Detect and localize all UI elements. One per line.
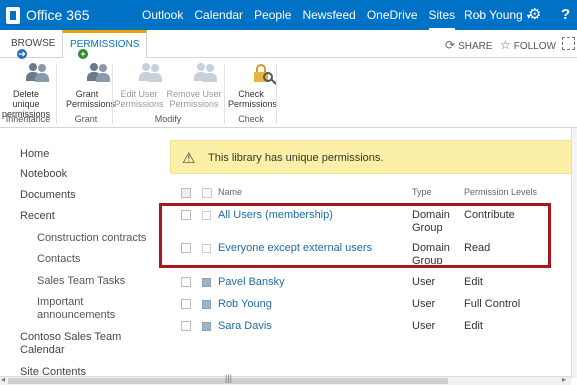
share-label: SHARE (458, 41, 493, 52)
permission-name-link[interactable]: Rob Young (218, 298, 272, 311)
ribbon-divider (56, 64, 57, 124)
permission-name-link[interactable]: Sara Davis (218, 320, 272, 333)
suite-bar: Office 365 Outlook Calendar People Newsf… (0, 0, 577, 30)
unique-permissions-notice: ⚠ This library has unique permissions. (170, 140, 573, 174)
grant-permissions-button[interactable]: + Grant Permissions (66, 49, 115, 109)
highlight-box (159, 203, 551, 268)
column-header-name[interactable]: Name (218, 187, 242, 197)
ribbon-divider (224, 64, 225, 124)
delete-permissions-icon: ➜ (13, 49, 49, 86)
group-label-modify: Modify (154, 114, 182, 124)
share-icon: ⟳ (445, 38, 456, 52)
ribbon: ➜ Delete unique permissions + Grant Perm… (0, 49, 577, 128)
permission-level: Full Control (464, 298, 521, 310)
nav-calendar[interactable]: Calendar (194, 0, 243, 30)
nav-onedrive[interactable]: OneDrive (367, 0, 418, 30)
left-navigation: Home Notebook Documents Recent Construct… (0, 128, 160, 385)
nav-newsfeed[interactable]: Newsfeed (302, 0, 355, 30)
nav-recent-item[interactable]: Construction contracts (37, 232, 146, 245)
gear-icon[interactable]: ⚙ (528, 7, 544, 23)
ribbon-divider (112, 64, 113, 124)
remove-user-permissions-button[interactable]: Remove User Permissions (166, 60, 222, 109)
edit-user-permissions-button[interactable]: Edit User Permissions (114, 60, 164, 109)
nav-contoso-label-2: Calendar (20, 344, 65, 356)
user-icon (202, 300, 211, 309)
check-permissions-button[interactable]: Check Permissions (228, 60, 278, 109)
office365-brand: Office 365 (26, 7, 90, 23)
column-header-permission-levels[interactable]: Permission Levels (464, 187, 537, 197)
permission-type: User (412, 276, 436, 288)
nav-contoso-label-1: Contoso Sales Team (20, 331, 122, 343)
select-all-checkbox[interactable] (181, 188, 191, 198)
check-permissions-icon (238, 60, 277, 86)
permission-type: User (412, 320, 436, 332)
check-label-2: Permissions (228, 99, 278, 109)
user-name: Rob Young (464, 8, 523, 22)
nav-outlook[interactable]: Outlook (142, 0, 183, 30)
grant-label-2: Permissions (66, 99, 116, 109)
group-label-grant: Grant (74, 114, 98, 124)
scroll-right-icon[interactable]: ▸ (562, 375, 566, 384)
nav-recent-item[interactable]: Important announcements (37, 296, 147, 322)
user-icon (202, 278, 211, 287)
horizontal-scrollbar[interactable]: ◂ ||| ▸ (0, 373, 571, 385)
nav-people[interactable]: People (254, 0, 291, 30)
scroll-left-icon[interactable]: ◂ (1, 375, 5, 384)
scroll-grip-icon: ||| (225, 373, 233, 383)
nav-sites[interactable]: Sites (428, 0, 456, 30)
edit-user-icon (126, 60, 162, 86)
edit-user-label-1: Edit User (120, 89, 158, 99)
type-column-icon (202, 188, 212, 198)
grant-permissions-icon: + (74, 49, 110, 86)
focus-content-icon[interactable] (562, 37, 575, 50)
nav-recent-item[interactable]: Sales Team Tasks (37, 275, 125, 288)
follow-button[interactable]: ☆ FOLLOW (500, 38, 556, 52)
row-checkbox[interactable] (181, 277, 191, 287)
vertical-scrollbar[interactable] (571, 128, 577, 378)
warning-icon: ⚠ (182, 150, 196, 167)
tab-permissions[interactable]: PERMISSIONS (62, 30, 148, 59)
permission-level: Edit (464, 320, 483, 332)
permission-level: Edit (464, 276, 483, 288)
nav-home[interactable]: Home (20, 148, 49, 161)
delete-unique-permissions-button[interactable]: ➜ Delete unique permissions (2, 49, 50, 119)
permission-name-link[interactable]: Pavel Bansky (218, 276, 285, 289)
delete-unique-label-1: Delete unique (12, 89, 40, 109)
nav-notebook[interactable]: Notebook (20, 168, 67, 181)
row-checkbox[interactable] (181, 321, 191, 331)
notice-text: This library has unique permissions. (208, 152, 384, 164)
share-button[interactable]: ⟳ SHARE (445, 38, 493, 52)
help-icon[interactable]: ? (561, 6, 570, 23)
remove-user-label-2: Permissions (169, 99, 219, 109)
ribbon-divider (276, 64, 277, 124)
edit-user-label-2: Permissions (114, 99, 164, 109)
nav-recent[interactable]: Recent (20, 210, 55, 223)
group-label-check: Check (238, 114, 264, 124)
suite-nav: Outlook Calendar People Newsfeed OneDriv… (142, 0, 482, 30)
grant-label-1: Grant (75, 89, 99, 99)
star-icon: ☆ (500, 38, 511, 52)
follow-label: FOLLOW (513, 41, 556, 52)
remove-user-icon (181, 60, 217, 86)
row-checkbox[interactable] (181, 299, 191, 309)
group-label-inheritance: Inheritance (5, 114, 51, 124)
nav-documents[interactable]: Documents (20, 189, 76, 202)
user-menu[interactable]: Rob Young ▾ (464, 0, 531, 30)
office-logo-icon (6, 6, 20, 24)
office365-launcher[interactable]: Office 365 (0, 6, 120, 24)
nav-recent-item[interactable]: Contacts (37, 253, 80, 266)
nav-contoso-calendar[interactable]: Contoso Sales Team Calendar (20, 331, 121, 357)
column-header-type[interactable]: Type (412, 187, 432, 197)
tab-browse[interactable]: BROWSE (4, 30, 62, 58)
user-icon (202, 322, 211, 331)
check-label-1: Check (238, 89, 264, 99)
permission-type: User (412, 298, 436, 310)
remove-user-label-1: Remove User (166, 89, 222, 99)
